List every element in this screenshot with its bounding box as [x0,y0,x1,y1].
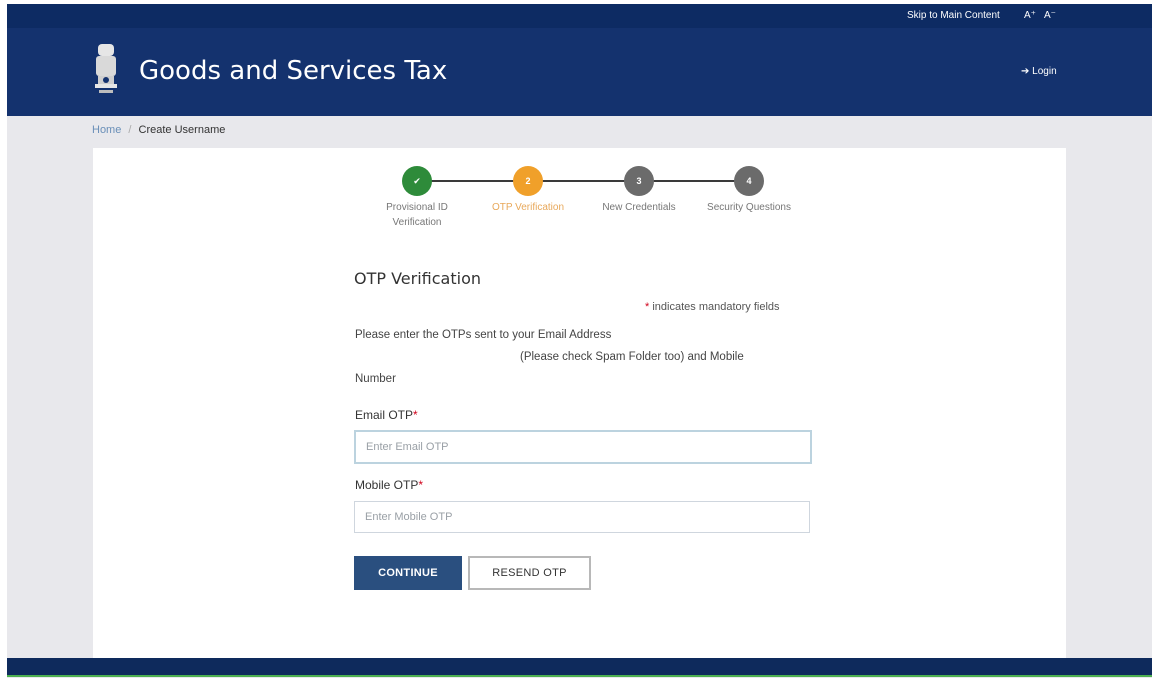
step-4-circle: 4 [734,166,764,196]
email-otp-input[interactable] [354,430,812,464]
breadcrumb-current: Create Username [138,124,226,136]
mobile-otp-label-text: Mobile OTP [355,478,419,492]
step-4-label: Security Questions [707,202,791,213]
content-card: ✔ Provisional ID Verification 2 OTP Veri… [93,148,1066,658]
instruction-line-3: Number [355,373,396,385]
site-footer [7,658,1152,675]
national-emblem-icon [95,44,117,93]
required-asterisk: * [645,301,650,313]
footer-accent-line [7,675,1152,677]
step-2-circle: 2 [513,166,543,196]
font-decrease-button[interactable]: A⁻ [1044,10,1056,21]
login-link[interactable]: ➔ Login [1021,66,1057,77]
breadcrumb-separator: / [128,124,132,136]
resend-otp-button[interactable]: RESEND OTP [468,556,591,590]
step-1-circle: ✔ [402,166,432,196]
required-asterisk: * [413,408,418,422]
mandatory-note: * indicates mandatory fields [645,301,780,313]
form-title: OTP Verification [354,269,481,288]
skip-to-content-link[interactable]: Skip to Main Content [907,10,1000,21]
mandatory-note-text: indicates mandatory fields [652,301,780,313]
mobile-otp-label: Mobile OTP* [355,478,423,492]
breadcrumb: Home / Create Username [92,124,225,136]
step-3-label: New Credentials [602,202,676,213]
otp-instructions: Please enter the OTPs sent to your Email… [355,324,815,390]
step-2-label: OTP Verification [491,202,565,213]
page-frame: Skip to Main Content A⁺ A⁻ Goods and Ser… [7,4,1152,678]
email-otp-label: Email OTP* [355,408,418,422]
step-1-label: Provisional ID Verification [386,202,448,228]
site-title: Goods and Services Tax [139,56,448,86]
instruction-line-1: Please enter the OTPs sent to your Email… [355,329,612,341]
mobile-otp-input[interactable] [354,501,810,533]
required-asterisk: * [418,478,424,492]
progress-stepper: ✔ Provisional ID Verification 2 OTP Veri… [93,148,1066,248]
email-otp-label-text: Email OTP [355,408,414,422]
utility-bar: Skip to Main Content A⁺ A⁻ [7,4,1152,28]
instruction-line-2: (Please check Spam Folder too) and Mobil… [520,351,744,363]
step-3-circle: 3 [624,166,654,196]
site-header: Goods and Services Tax ➔ Login [7,28,1152,116]
font-increase-button[interactable]: A⁺ [1024,10,1036,21]
breadcrumb-home-link[interactable]: Home [92,124,121,136]
stepper-connector [419,180,749,182]
continue-button[interactable]: CONTINUE [354,556,462,590]
